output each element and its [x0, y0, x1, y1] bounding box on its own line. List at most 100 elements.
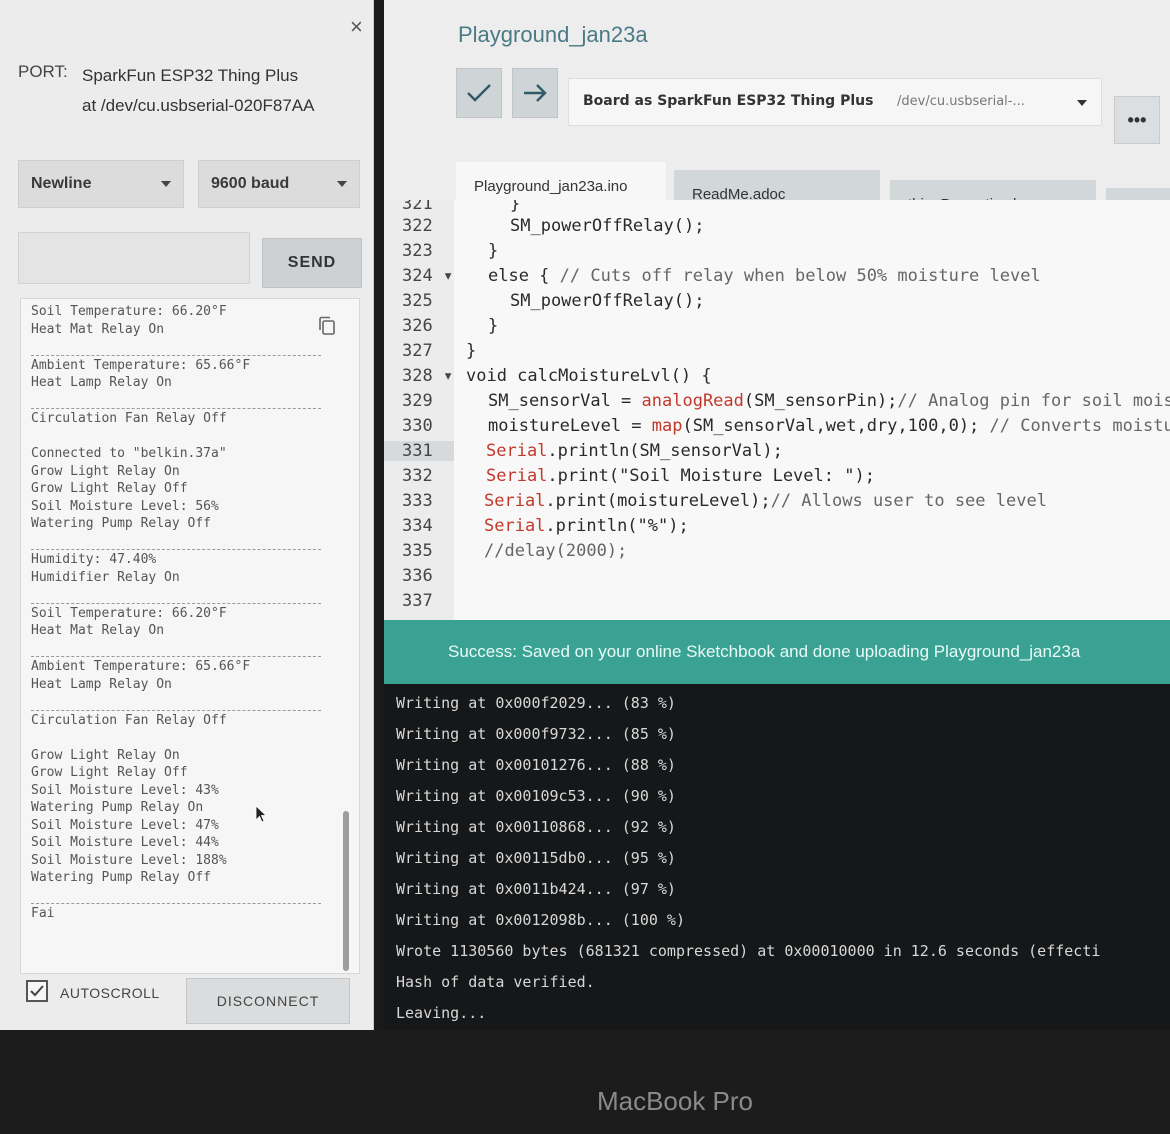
code-line: Serial.println("%"); — [484, 516, 689, 536]
copy-icon[interactable] — [317, 315, 337, 337]
console-line: Writing at 0x000f2029... (83 %) — [396, 694, 676, 712]
upload-button[interactable] — [512, 68, 558, 118]
output-line: Soil Moisture Level: 188% — [31, 852, 227, 868]
close-icon[interactable]: × — [350, 14, 363, 40]
verify-button[interactable] — [456, 68, 502, 118]
output-line: Watering Pump Relay Off — [31, 870, 212, 885]
code-line: void calcMoistureLvl() { — [466, 366, 712, 386]
code-line: moistureLevel = map(SM_sensorVal,wet,dry… — [488, 416, 1170, 436]
console-line: Wrote 1130560 bytes (681321 compressed) … — [396, 942, 1101, 960]
line-number: 336 — [402, 566, 433, 586]
line-number: 323 — [402, 241, 433, 261]
line-number: 333 — [402, 491, 433, 511]
checkmark-icon — [30, 985, 44, 997]
code-line: } — [466, 341, 477, 361]
arrow-right-icon — [524, 84, 547, 102]
line-ending-select[interactable]: Newline — [18, 160, 184, 208]
line-number: 328 ▾ — [402, 366, 454, 386]
code-line: Serial.println(SM_sensorVal); — [486, 441, 783, 461]
output-line: Ambient Temperature: 65.66°F — [31, 357, 251, 373]
output-line: Soil Moisture Level: 44% — [31, 835, 219, 850]
chevron-down-icon — [1077, 100, 1087, 106]
line-number: 321 — [402, 200, 433, 214]
baud-rate-value: 9600 baud — [211, 175, 290, 192]
code-line: //delay(2000); — [484, 541, 628, 561]
line-number: 331 — [384, 441, 454, 461]
line-number: 332 — [402, 466, 433, 486]
checkmark-icon — [467, 84, 491, 102]
output-line: Fai — [31, 906, 55, 921]
line-number: 325 — [402, 291, 433, 311]
send-button[interactable]: SEND — [262, 238, 362, 288]
console-line: Writing at 0x00110868... (92 %) — [396, 818, 676, 836]
output-line: Grow Light Relay Off — [31, 765, 188, 780]
line-number: 329 — [402, 391, 433, 411]
chevron-down-icon — [337, 181, 347, 187]
code-editor[interactable]: 321 322 323 324 ▾ 325 326 327 328 ▾ 329 330 331 332… — [384, 200, 1170, 620]
line-ending-value: Newline — [31, 175, 92, 192]
output-line: Grow Light Relay On — [31, 747, 180, 763]
editor-panel: Playground_jan23a Board as SparkFun ESP3… — [384, 0, 1170, 1030]
output-line: Humidity: 47.40% — [31, 552, 157, 567]
disconnect-button[interactable]: DISCONNECT — [186, 978, 350, 1024]
line-number: 324 ▾ — [402, 266, 454, 286]
line-number: 326 — [402, 316, 433, 336]
output-console[interactable]: Writing at 0x000f2029... (83 %) Writing a… — [384, 684, 1170, 1030]
console-line: Leaving... — [396, 1004, 487, 1022]
board-selector[interactable]: Board as SparkFun ESP32 Thing Plus /dev/… — [568, 78, 1102, 126]
line-number: 334 — [402, 516, 433, 536]
output-line: Soil Moisture Level: 43% — [31, 782, 219, 798]
serial-monitor-panel: × PORT: SparkFun ESP32 Thing Plus at /de… — [0, 0, 374, 1030]
output-line: Circulation Fan Relay Off — [31, 712, 227, 728]
output-line: Connected to "belkin.37a" — [31, 446, 227, 461]
line-number: 322 — [402, 216, 433, 236]
sketch-title: Playground_jan23a — [458, 22, 648, 47]
laptop-bezel: MacBook Pro — [0, 1030, 1170, 1134]
serial-output-lines: Soil Temperature: 66.20°F Heat Mat Relay … — [31, 303, 321, 923]
console-line: Writing at 0x00101276... (88 %) — [396, 756, 676, 774]
output-blank-line — [31, 729, 321, 747]
code-line: } — [488, 316, 499, 336]
output-line: Watering Pump Relay On — [31, 800, 204, 815]
output-scrollbar[interactable] — [343, 811, 349, 971]
port-path: at /dev/cu.usbserial-020F87AA — [82, 96, 315, 115]
output-line: Circulation Fan Relay Off — [31, 411, 227, 426]
status-banner: Success: Saved on your online Sketchbook… — [384, 620, 1170, 684]
code-line: SM_powerOffRelay(); — [510, 291, 705, 311]
output-separator — [31, 586, 321, 604]
output-line: Heat Mat Relay On — [31, 623, 165, 638]
code-line: } — [488, 241, 499, 261]
output-separator — [31, 533, 321, 550]
output-line: Grow Light Relay On — [31, 463, 180, 479]
output-line: Soil Temperature: 66.20°F — [31, 304, 227, 319]
line-number: 327 — [402, 341, 433, 361]
send-input[interactable] — [18, 232, 250, 284]
bezel-label: MacBook Pro — [596, 1086, 754, 1116]
code-line: SM_sensorVal = analogRead(SM_sensorPin);… — [488, 391, 1170, 411]
output-line: Soil Moisture Level: 56% — [31, 498, 219, 514]
more-options-button[interactable]: ••• — [1114, 96, 1160, 144]
output-line: Heat Mat Relay On — [31, 321, 165, 337]
autoscroll-checkbox[interactable] — [26, 980, 48, 1002]
output-line: Watering Pump Relay Off — [31, 516, 212, 531]
output-line: Heat Lamp Relay On — [31, 676, 172, 692]
port-name: SparkFun ESP32 Thing Plus — [82, 66, 299, 85]
output-line: Soil Moisture Level: 47% — [31, 817, 219, 833]
output-separator — [31, 887, 321, 904]
line-number-gutter: 321 322 323 324 ▾ 325 326 327 328 ▾ 329 330 331 332… — [384, 200, 454, 620]
output-line: Soil Temperature: 66.20°F — [31, 605, 227, 621]
console-line: Writing at 0x0011b424... (97 %) — [396, 880, 676, 898]
line-number: 335 — [402, 541, 433, 561]
code-line: Serial.print("Soil Moisture Level: "); — [486, 466, 875, 486]
line-number: 337 — [402, 591, 433, 611]
output-line: Ambient Temperature: 65.66°F — [31, 659, 251, 674]
console-line: Writing at 0x00109c53... (90 %) — [396, 787, 676, 805]
output-separator — [31, 640, 321, 657]
code-line: Serial.print(moistureLevel);// Allows us… — [484, 491, 1047, 511]
code-line: } — [510, 200, 521, 214]
output-line: Grow Light Relay Off — [31, 481, 188, 496]
output-line: Heat Lamp Relay On — [31, 375, 172, 390]
output-separator — [31, 693, 321, 711]
serial-output[interactable]: Soil Temperature: 66.20°F Heat Mat Relay … — [20, 298, 360, 974]
baud-rate-select[interactable]: 9600 baud — [198, 160, 360, 208]
